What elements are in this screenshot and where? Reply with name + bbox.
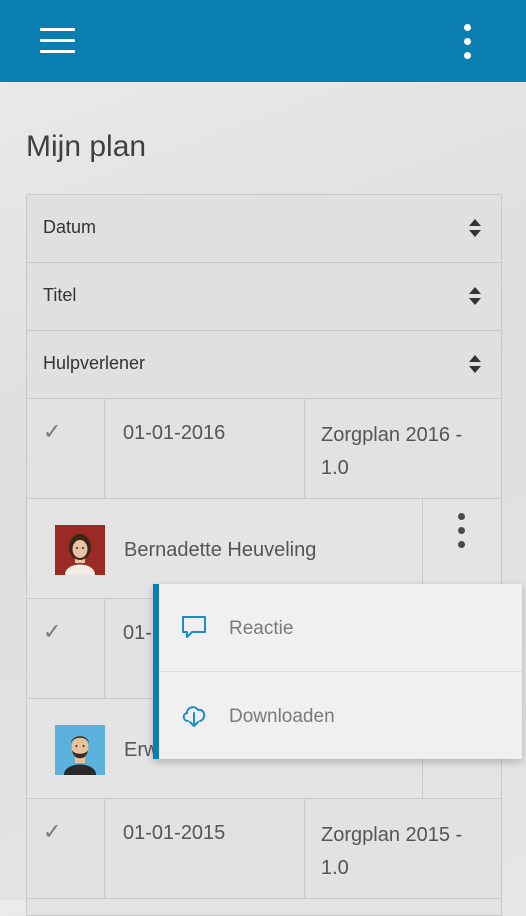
comment-icon	[182, 616, 206, 638]
sort-icon	[469, 355, 481, 373]
check-icon: ✓	[43, 819, 62, 844]
table-row[interactable]: ✓ 01-01-2016 Zorgplan 2016 - 1.0	[27, 399, 501, 499]
menu-item-label: Downloaden	[229, 706, 335, 727]
context-menu: Reactie Downloaden	[153, 584, 522, 759]
avatar	[55, 725, 105, 775]
menu-item-reactie[interactable]: Reactie	[159, 584, 522, 672]
row-more-icon[interactable]	[452, 513, 472, 551]
avatar	[55, 525, 105, 575]
title-cell: Zorgplan 2016 - 1.0	[305, 399, 501, 498]
sort-label: Hulpverlener	[43, 353, 146, 373]
check-cell: ✓	[27, 599, 105, 698]
menu-item-label: Reactie	[229, 618, 294, 639]
plan-date: 01-01-2015	[123, 822, 226, 844]
page-title: Mijn plan	[26, 130, 147, 163]
check-icon: ✓	[43, 419, 62, 444]
date-cell: 01-01-2015	[105, 799, 305, 898]
app-bar	[0, 0, 526, 82]
plan-date: 01-01-2016	[123, 422, 226, 444]
title-cell: Zorgplan 2015 - 1.0	[305, 799, 501, 898]
more-vertical-icon[interactable]	[458, 24, 478, 60]
sort-icon	[469, 287, 481, 305]
sort-titel[interactable]: Titel	[27, 263, 501, 331]
hamburger-icon[interactable]	[40, 28, 76, 54]
check-cell: ✓	[27, 799, 105, 898]
date-cell: 01-01-2016	[105, 399, 305, 498]
check-icon: ✓	[43, 619, 62, 644]
check-cell: ✓	[27, 399, 105, 498]
table-row[interactable]: ✓ 01-01-2015 Zorgplan 2015 - 1.0	[27, 799, 501, 899]
sort-label: Titel	[43, 285, 77, 305]
sort-icon	[469, 219, 481, 237]
sort-datum[interactable]: Datum	[27, 195, 501, 263]
cloud-download-icon	[182, 706, 206, 727]
plan-title: Zorgplan 2016 - 1.0	[321, 424, 463, 479]
plan-table: Datum Titel Hulpverlener ✓ 01-01-2016 Zo…	[26, 194, 502, 916]
sort-hulpverlener[interactable]: Hulpverlener	[27, 331, 501, 399]
menu-item-downloaden[interactable]: Downloaden	[159, 672, 522, 759]
sort-label: Datum	[43, 217, 97, 237]
plan-date: 01-	[123, 622, 152, 644]
plan-title: Zorgplan 2015 - 1.0	[321, 824, 463, 879]
hulpverlener-name: Bernadette Heuveling	[124, 539, 317, 561]
